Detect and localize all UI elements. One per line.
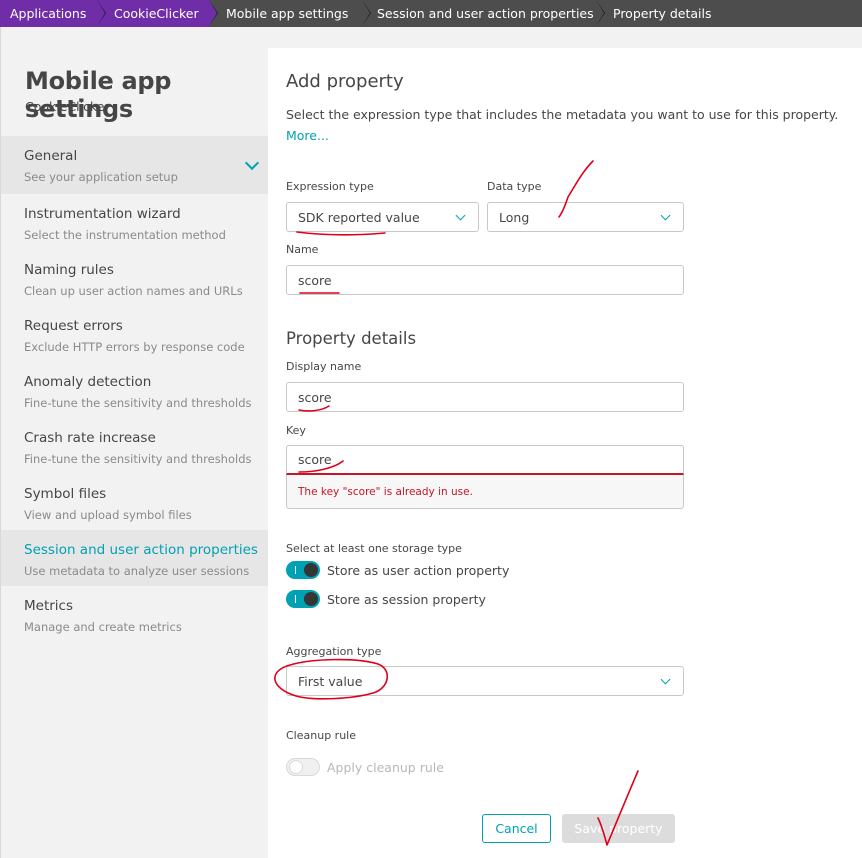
sidebar-item-desc: Use metadata to analyze user sessions xyxy=(24,564,250,578)
name-field[interactable] xyxy=(286,265,684,295)
breadcrumb-cookieclicker[interactable]: CookieClicker xyxy=(97,0,218,27)
expression-type-label: Expression type xyxy=(286,180,374,193)
sidebar-item-desc: Manage and create metrics xyxy=(24,620,182,634)
property-form: Add property Select the expression type … xyxy=(268,48,862,858)
sidebar-item-desc: View and upload symbol files xyxy=(24,508,192,522)
sidebar-item-label: Crash rate increase xyxy=(24,430,156,446)
key-error-message: The key "score" is already in use. xyxy=(298,486,473,498)
sidebar-item-desc: Fine-tune the sensitivity and thresholds xyxy=(24,396,252,410)
store-user-action-label: Store as user action property xyxy=(327,562,510,578)
toggle-on-mark xyxy=(295,566,296,574)
intro-text: Select the expression type that includes… xyxy=(286,107,839,122)
sidebar-item-session-properties[interactable]: Session and user action properties Use m… xyxy=(1,530,269,586)
sidebar-item-crash-rate-increase[interactable]: Crash rate increase Fine-tune the sensit… xyxy=(1,418,269,474)
sidebar-title: Mobile app settings xyxy=(25,67,172,123)
expression-type-value: SDK reported value xyxy=(298,209,420,225)
breadcrumb-mobile-app-settings[interactable]: Mobile app settings xyxy=(209,0,371,27)
sidebar-item-label: Naming rules xyxy=(24,262,114,278)
cleanup-rule-toggle[interactable] xyxy=(286,758,320,776)
sidebar-item-anomaly-detection[interactable]: Anomaly detection Fine-tune the sensitiv… xyxy=(1,362,269,418)
sidebar-item-desc: Fine-tune the sensitivity and thresholds xyxy=(24,452,252,466)
key-value: score xyxy=(298,452,332,467)
sidebar-item-label: Instrumentation wizard xyxy=(24,206,181,222)
storage-type-label: Select at least one storage type xyxy=(286,542,462,555)
store-session-row: Store as session property xyxy=(286,590,486,608)
sidebar: Mobile app settings CookieClicker Genera… xyxy=(0,27,269,858)
sidebar-item-request-errors[interactable]: Request errors Exclude HTTP errors by re… xyxy=(1,306,269,362)
cancel-button[interactable]: Cancel xyxy=(482,814,551,843)
sidebar-item-metrics[interactable]: Metrics Manage and create metrics xyxy=(1,586,269,642)
sidebar-item-label: General xyxy=(24,148,78,164)
store-session-toggle[interactable] xyxy=(286,590,320,608)
data-type-value: Long xyxy=(499,209,530,225)
sidebar-item-naming-rules[interactable]: Naming rules Clean up user action names … xyxy=(1,250,269,306)
breadcrumb-session-properties[interactable]: Session and user action properties xyxy=(362,0,605,27)
sidebar-nav: General See your application setup Instr… xyxy=(1,136,269,642)
key-field-error-container: score The key "score" is already in use. xyxy=(286,445,684,509)
property-details-heading: Property details xyxy=(286,329,417,348)
chevron-down-icon xyxy=(455,210,466,221)
store-user-action-row: Store as user action property xyxy=(286,561,509,579)
store-user-action-toggle[interactable] xyxy=(286,561,320,579)
sidebar-item-label: Session and user action properties xyxy=(24,542,258,558)
cleanup-rule-label: Cleanup rule xyxy=(286,729,356,742)
sidebar-item-general[interactable]: General See your application setup xyxy=(1,136,269,194)
sidebar-item-desc: Clean up user action names and URLs xyxy=(24,284,243,298)
toggle-knob xyxy=(304,563,318,577)
name-label: Name xyxy=(286,243,319,256)
data-type-label: Data type xyxy=(487,180,542,193)
toggle-on-mark xyxy=(295,595,296,603)
sidebar-item-desc: Select the instrumentation method xyxy=(24,228,226,242)
sidebar-item-label: Metrics xyxy=(24,598,74,614)
breadcrumb: Applications CookieClicker Mobile app se… xyxy=(0,0,862,27)
page-title: Add property xyxy=(286,71,404,92)
sidebar-item-label: Anomaly detection xyxy=(24,374,152,390)
data-type-select[interactable]: Long xyxy=(487,202,684,232)
sidebar-item-desc: Exclude HTTP errors by response code xyxy=(24,340,245,354)
chevron-down-icon xyxy=(660,674,671,685)
sidebar-item-label: Request errors xyxy=(24,318,123,334)
more-link[interactable]: More... xyxy=(286,128,329,143)
toggle-knob xyxy=(289,760,303,774)
key-field[interactable]: score xyxy=(286,445,684,475)
cleanup-rule-row: Apply cleanup rule xyxy=(286,758,444,776)
store-session-label: Store as session property xyxy=(327,591,486,607)
chevron-down-icon xyxy=(660,210,671,221)
sidebar-item-desc: See your application setup xyxy=(24,170,178,184)
expression-type-select[interactable]: SDK reported value xyxy=(286,202,479,232)
aggregation-type-value: First value xyxy=(298,673,363,689)
key-label: Key xyxy=(286,424,306,437)
cleanup-rule-toggle-label: Apply cleanup rule xyxy=(327,759,444,775)
save-property-button[interactable]: Save property xyxy=(562,814,675,843)
toggle-knob xyxy=(304,592,318,606)
breadcrumb-applications[interactable]: Applications xyxy=(0,0,106,27)
breadcrumb-property-details: Property details xyxy=(596,0,862,27)
sidebar-item-symbol-files[interactable]: Symbol files View and upload symbol file… xyxy=(1,474,269,530)
aggregation-type-label: Aggregation type xyxy=(286,645,382,658)
sidebar-subtitle: CookieClicker xyxy=(25,99,110,114)
display-name-field[interactable] xyxy=(286,382,684,412)
sidebar-item-instrumentation-wizard[interactable]: Instrumentation wizard Select the instru… xyxy=(1,194,269,250)
sidebar-item-label: Symbol files xyxy=(24,486,107,502)
aggregation-type-select[interactable]: First value xyxy=(286,666,684,696)
display-name-label: Display name xyxy=(286,360,362,373)
